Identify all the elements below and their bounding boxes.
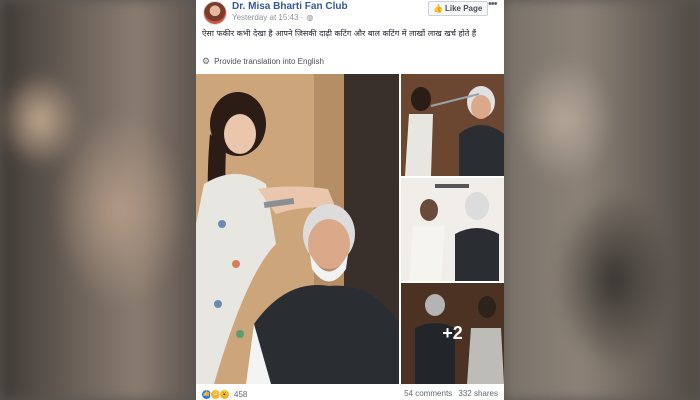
shares-link[interactable]: 332 shares: [458, 389, 498, 398]
side-photo-1-illustration: [401, 74, 504, 176]
side-photo-3[interactable]: +2: [401, 283, 504, 384]
main-photo-illustration: [196, 74, 399, 384]
translate-link[interactable]: Provide translation into English: [214, 57, 324, 66]
background-right-blur: [504, 0, 700, 400]
reactions-summary[interactable]: 👍 ☺ 😮 458: [201, 389, 247, 400]
translation-row[interactable]: ⚙ Provide translation into English: [202, 56, 324, 67]
thumbs-up-icon: 👍: [433, 4, 443, 13]
globe-icon: ◍: [306, 13, 314, 22]
timestamp-text[interactable]: Yesterday at 15:43 ·: [232, 13, 303, 22]
comments-shares: 54 comments 332 shares: [404, 389, 498, 398]
comments-link[interactable]: 54 comments: [404, 389, 452, 398]
like-page-label: Like Page: [444, 4, 483, 13]
main-photo[interactable]: [196, 74, 399, 384]
background-left-blur: [0, 0, 196, 400]
wow-reaction-icon: 😮: [219, 389, 230, 400]
side-photo-1[interactable]: [401, 74, 504, 176]
more-options-icon[interactable]: •••: [488, 0, 498, 10]
more-photos-overlay[interactable]: +2: [401, 283, 504, 384]
post-timestamp[interactable]: Yesterday at 15:43 · ◍: [232, 13, 313, 22]
gear-icon: ⚙: [202, 56, 211, 66]
side-photo-2-illustration: [401, 178, 504, 281]
post-footer: 👍 ☺ 😮 458 54 comments 332 shares: [196, 386, 504, 400]
page-avatar[interactable]: [203, 1, 227, 25]
page-name-link[interactable]: Dr. Misa Bharti Fan Club: [232, 1, 348, 12]
post-header: Dr. Misa Bharti Fan Club Yesterday at 15…: [196, 0, 504, 28]
facebook-post-card: Dr. Misa Bharti Fan Club Yesterday at 15…: [196, 0, 504, 400]
like-page-button[interactable]: 👍 Like Page: [428, 1, 489, 16]
photo-grid: +2: [196, 74, 504, 384]
reaction-count[interactable]: 458: [234, 390, 247, 399]
post-text: ऐसा फकीर कभी देखा है आपने जिसकी दाढ़ी कट…: [202, 29, 477, 38]
side-photo-2[interactable]: [401, 178, 504, 281]
